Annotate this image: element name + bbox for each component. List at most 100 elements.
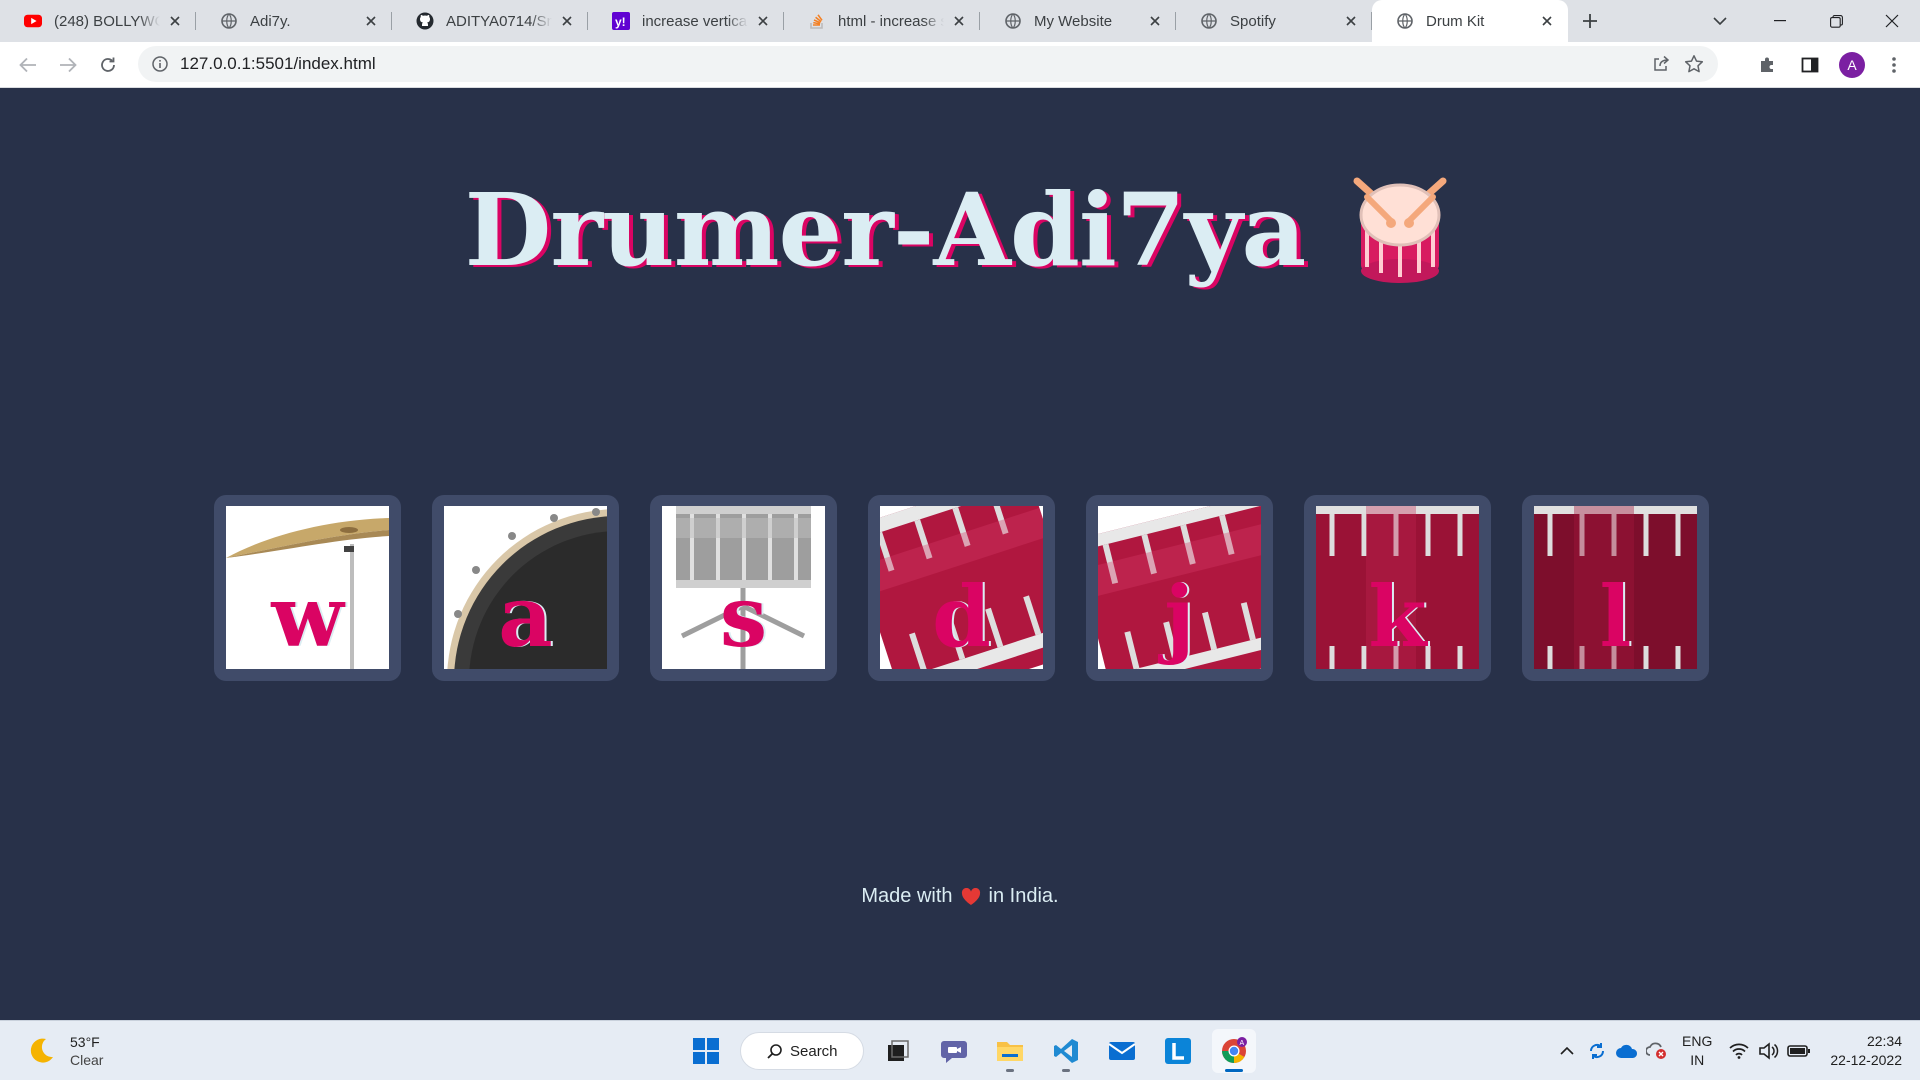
browser-toolbar: 127.0.0.1:5501/index.html A (0, 42, 1920, 88)
task-view-icon (888, 1040, 909, 1061)
info-icon[interactable] (152, 56, 168, 72)
close-icon (1885, 14, 1899, 28)
puzzle-icon (1761, 57, 1773, 72)
close-tab-icon[interactable] (362, 12, 380, 30)
battery-icon[interactable] (1786, 1038, 1812, 1064)
chevron-up-icon (1560, 1047, 1574, 1055)
taskbar-search[interactable]: Search (740, 1032, 864, 1070)
tab-title: Spotify (1230, 12, 1276, 30)
vscode-button[interactable] (1044, 1029, 1088, 1073)
minimize-button[interactable] (1752, 0, 1808, 42)
avatar: A (1839, 52, 1865, 78)
tab-youtube[interactable]: (248) BOLLYWOOD (0, 0, 196, 42)
wifi-icon[interactable] (1726, 1038, 1752, 1064)
moon-icon (30, 1038, 53, 1063)
address-bar[interactable]: 127.0.0.1:5501/index.html (138, 46, 1718, 82)
globe-icon (1396, 12, 1414, 30)
plus-icon (1583, 14, 1597, 28)
heart-icon (961, 887, 980, 905)
tab-my-website[interactable]: My Website (980, 0, 1176, 42)
globe-icon (1200, 12, 1218, 30)
drum-button-snare[interactable]: s (662, 506, 825, 669)
browser-menu-button[interactable] (1876, 47, 1912, 83)
weather-widget[interactable]: 53°F Clear (26, 1033, 103, 1069)
close-tab-icon[interactable] (1538, 12, 1556, 30)
drum-button-tom4[interactable]: l (1534, 506, 1697, 669)
close-tab-icon[interactable] (166, 12, 184, 30)
drum-key-label: s (719, 567, 768, 666)
clock-time: 22:34 (1866, 1033, 1902, 1049)
drum-button-kick[interactable]: a (444, 506, 607, 669)
profile-button[interactable]: A (1834, 47, 1870, 83)
mail-button[interactable] (1100, 1029, 1144, 1073)
close-window-button[interactable] (1864, 0, 1920, 42)
tab-search-button[interactable] (1696, 0, 1744, 42)
share-icon[interactable] (1652, 55, 1670, 73)
drum-frame: a (432, 495, 619, 681)
forward-button[interactable] (48, 45, 88, 85)
svg-text:A: A (1240, 1040, 1245, 1047)
clock[interactable]: 22:34 22-12-2022 (1830, 1032, 1902, 1070)
region-code: IN (1690, 1052, 1705, 1068)
tab-github[interactable]: ADITYA0714/Sma (392, 0, 588, 42)
side-panel-button[interactable] (1792, 47, 1828, 83)
tab-title: (248) BOLLYWOOD (54, 12, 160, 30)
page-title-row: Drumer-Adi7ya (0, 171, 1920, 289)
tab-title: html - increase sp (838, 12, 944, 30)
restore-button[interactable] (1808, 0, 1864, 42)
restore-icon (1829, 14, 1843, 28)
close-tab-icon[interactable] (754, 12, 772, 30)
tab-spotify[interactable]: Spotify (1176, 0, 1372, 42)
close-tab-icon[interactable] (1342, 12, 1360, 30)
weather-desc: Clear (70, 1052, 104, 1068)
drum-key-label: a (498, 567, 553, 666)
sync-icon[interactable] (1584, 1038, 1610, 1064)
footer-text-before: Made with (861, 885, 953, 907)
onedrive-icon[interactable] (1614, 1038, 1640, 1064)
file-explorer-button[interactable] (988, 1029, 1032, 1073)
reload-icon (101, 57, 115, 72)
chevron-down-icon (1713, 17, 1727, 25)
task-view-button[interactable] (876, 1029, 920, 1073)
new-tab-button[interactable] (1568, 0, 1612, 42)
tab-drum-kit[interactable]: Drum Kit (1372, 0, 1568, 42)
drum-button-crash[interactable]: w (226, 506, 389, 669)
page-content: Drumer-Adi7ya w a s d j k l Made with in… (0, 89, 1920, 1020)
url-text[interactable]: 127.0.0.1:5501/index.html (180, 54, 376, 74)
start-button[interactable] (684, 1029, 728, 1073)
volume-icon[interactable] (1756, 1038, 1782, 1064)
page-title: Drumer-Adi7ya (464, 171, 1307, 289)
network-alert-icon[interactable] (1644, 1038, 1670, 1064)
arrow-left-icon (19, 57, 36, 72)
tab-title: increase vertical s (642, 12, 748, 30)
drum-frame: d (868, 495, 1055, 681)
tab-adi7y[interactable]: Adi7y. (196, 0, 392, 42)
star-icon[interactable] (1684, 54, 1704, 74)
drum-button-tom1[interactable]: d (880, 506, 1043, 669)
system-tray: ENG IN 22:34 22-12-2022 (1552, 1021, 1920, 1080)
l-app-button[interactable] (1156, 1029, 1200, 1073)
teams-chat-button[interactable] (932, 1029, 976, 1073)
chrome-icon: A (1222, 1037, 1247, 1063)
chrome-button[interactable]: A (1212, 1029, 1256, 1073)
close-tab-icon[interactable] (950, 12, 968, 30)
back-button[interactable] (8, 45, 48, 85)
language-indicator[interactable]: ENG IN (1682, 1032, 1712, 1070)
drum-frame: j (1086, 495, 1273, 681)
drum-button-tom2[interactable]: j (1098, 506, 1261, 669)
tab-stackoverflow[interactable]: html - increase sp (784, 0, 980, 42)
show-hidden-icons-button[interactable] (1554, 1038, 1580, 1064)
tab-yahoo[interactable]: y! increase vertical s (588, 0, 784, 42)
close-tab-icon[interactable] (558, 12, 576, 30)
reload-button[interactable] (88, 45, 128, 85)
drum-frame: s (650, 495, 837, 681)
drum-key-label: l (1599, 567, 1632, 666)
language-code: ENG (1682, 1033, 1713, 1049)
stackoverflow-icon (808, 12, 826, 30)
weather-temp: 53°F (70, 1034, 100, 1050)
drum-key-label: d (932, 567, 991, 666)
drum-button-tom3[interactable]: k (1316, 506, 1479, 669)
drum-frame: k (1304, 495, 1491, 681)
close-tab-icon[interactable] (1146, 12, 1164, 30)
extensions-button[interactable] (1750, 47, 1786, 83)
